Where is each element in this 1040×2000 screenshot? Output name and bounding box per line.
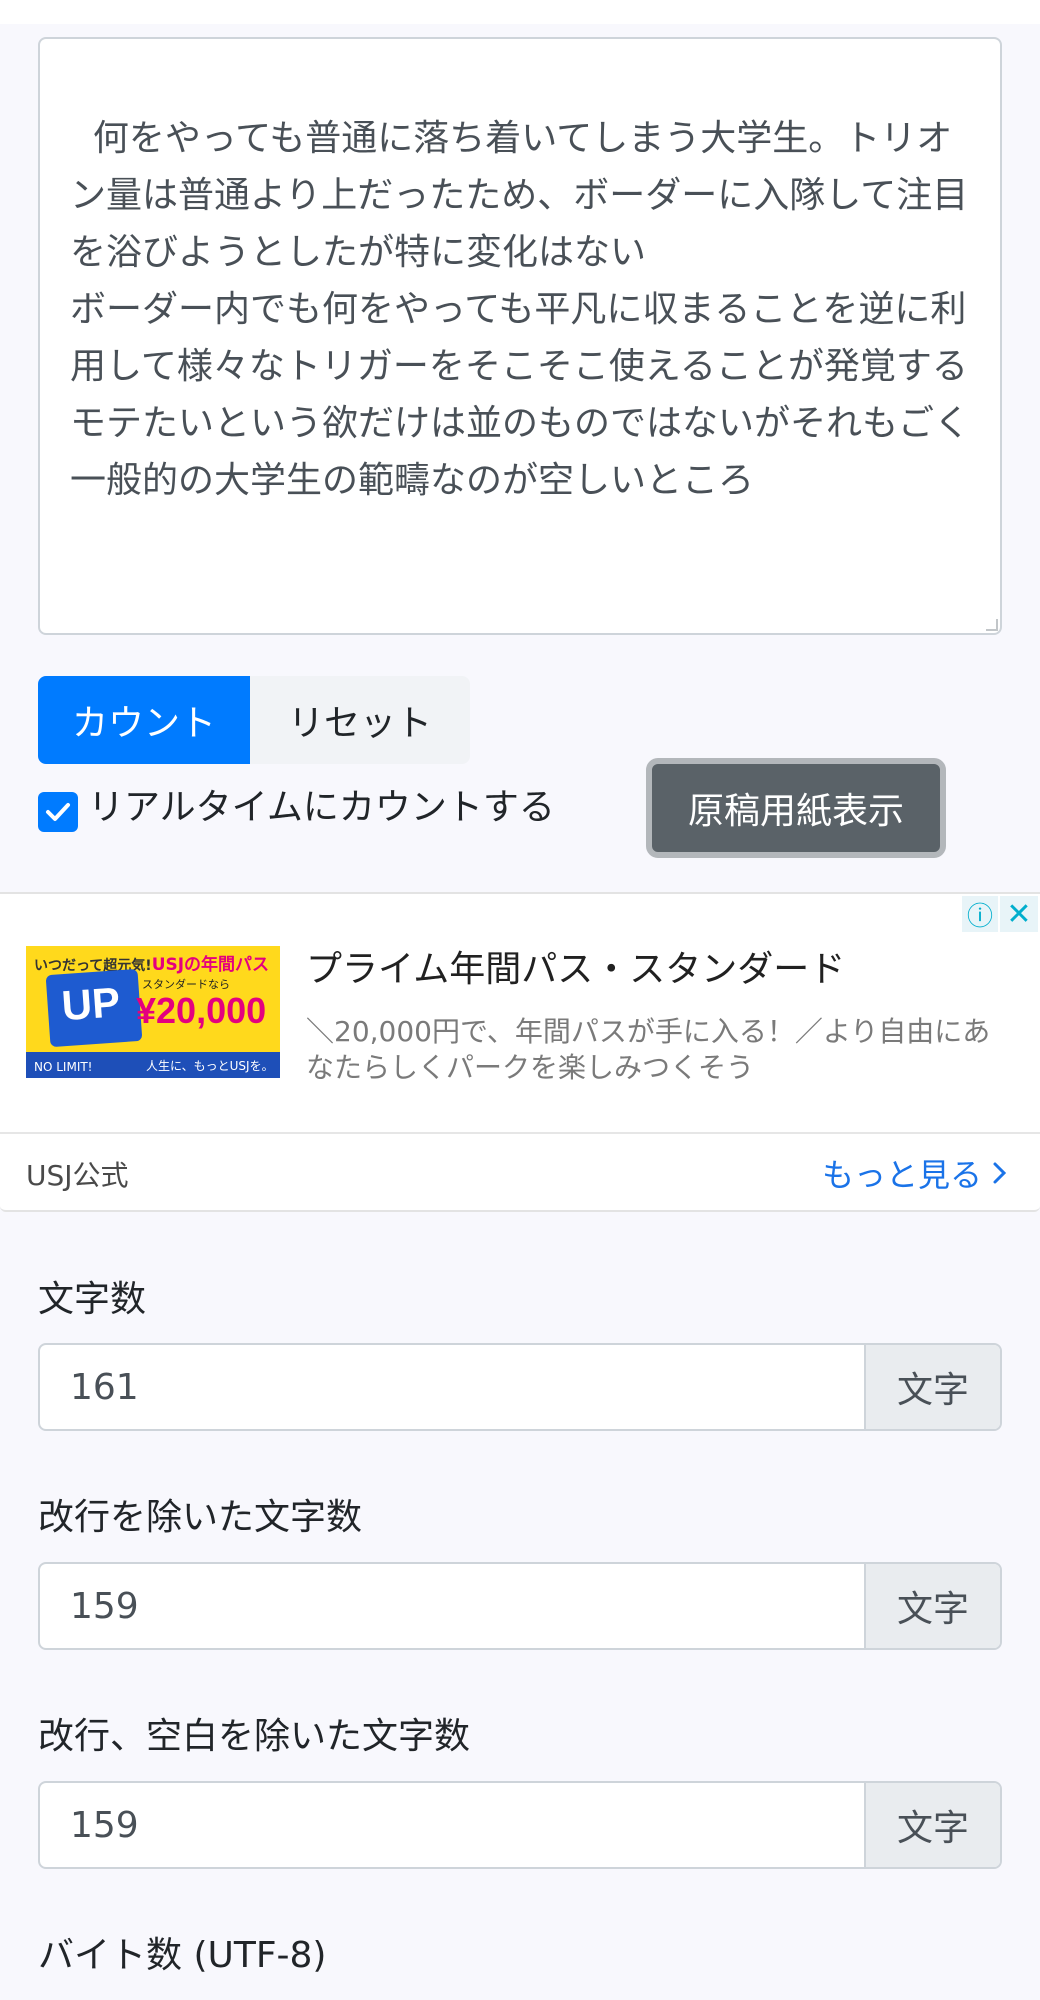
- reset-button[interactable]: リセット: [250, 676, 470, 764]
- close-icon[interactable]: ✕: [1000, 896, 1038, 932]
- pass-card-graphic: UP: [45, 968, 143, 1048]
- resize-handle[interactable]: [986, 619, 998, 631]
- ad-image-top-text: いつだって超元気!USJの年間パス: [34, 955, 270, 975]
- realtime-label: リアルタイムにカウントする: [88, 787, 555, 828]
- no-space-count-group: 159 文字: [38, 1781, 1002, 1869]
- genko-view-button[interactable]: 原稿用紙表示: [646, 758, 946, 858]
- ad-advertiser: USJ公式: [26, 1159, 129, 1192]
- ad-image-bottom-right: 人生に、もっとUSJを。: [146, 1059, 274, 1073]
- text-content: 何をやっても普通に落ち着いてしまう大学生。トリオン量は普通より上だったため、ボー…: [70, 118, 971, 501]
- ad-image-price: ¥20,000: [136, 990, 267, 1031]
- no-newline-count-field[interactable]: 159: [40, 1564, 864, 1648]
- chevron-right-icon: [993, 1162, 1007, 1184]
- count-button[interactable]: カウント: [38, 676, 250, 764]
- ad-more-label: もっと見る: [821, 1156, 982, 1194]
- ad-description: ＼20,000円で、年間パスが手に入る！／より自由にあなたらしくパークを楽しみつ…: [306, 1015, 991, 1084]
- no-space-count-label: 改行、空白を除いた文字数: [38, 1716, 471, 1757]
- no-newline-count-unit: 文字: [864, 1564, 1000, 1648]
- byte-count-label: バイト数 (UTF-8): [38, 1935, 327, 1976]
- char-count-label: 文字数: [38, 1279, 147, 1320]
- checkmark-icon: [46, 803, 70, 821]
- top-strip: [0, 0, 1040, 24]
- text-input-area[interactable]: 何をやっても普通に落ち着いてしまう大学生。トリオン量は普通より上だったため、ボー…: [38, 37, 1002, 635]
- ad-divider: [0, 1132, 1040, 1134]
- no-space-count-unit: 文字: [864, 1783, 1000, 1867]
- ad-banner[interactable]: ⓘ ✕ いつだって超元気!USJの年間パス UP スタンダードなら ¥20,00…: [0, 892, 1040, 1212]
- ad-image[interactable]: いつだって超元気!USJの年間パス UP スタンダードなら ¥20,000 NO…: [26, 946, 280, 1078]
- no-space-count-field[interactable]: 159: [40, 1783, 864, 1867]
- ad-more-link[interactable]: もっと見る: [822, 1150, 1010, 1196]
- char-count-field[interactable]: 161: [40, 1345, 864, 1429]
- char-count-group: 161 文字: [38, 1343, 1002, 1431]
- char-count-unit: 文字: [864, 1345, 1000, 1429]
- ad-title[interactable]: プライム年間パス・スタンダード: [306, 940, 845, 992]
- no-newline-count-group: 159 文字: [38, 1562, 1002, 1650]
- no-newline-count-label: 改行を除いた文字数: [38, 1497, 363, 1538]
- ad-image-bottom-left: NO LIMIT!: [34, 1060, 93, 1074]
- realtime-checkbox[interactable]: [38, 792, 78, 832]
- info-icon[interactable]: ⓘ: [962, 896, 998, 932]
